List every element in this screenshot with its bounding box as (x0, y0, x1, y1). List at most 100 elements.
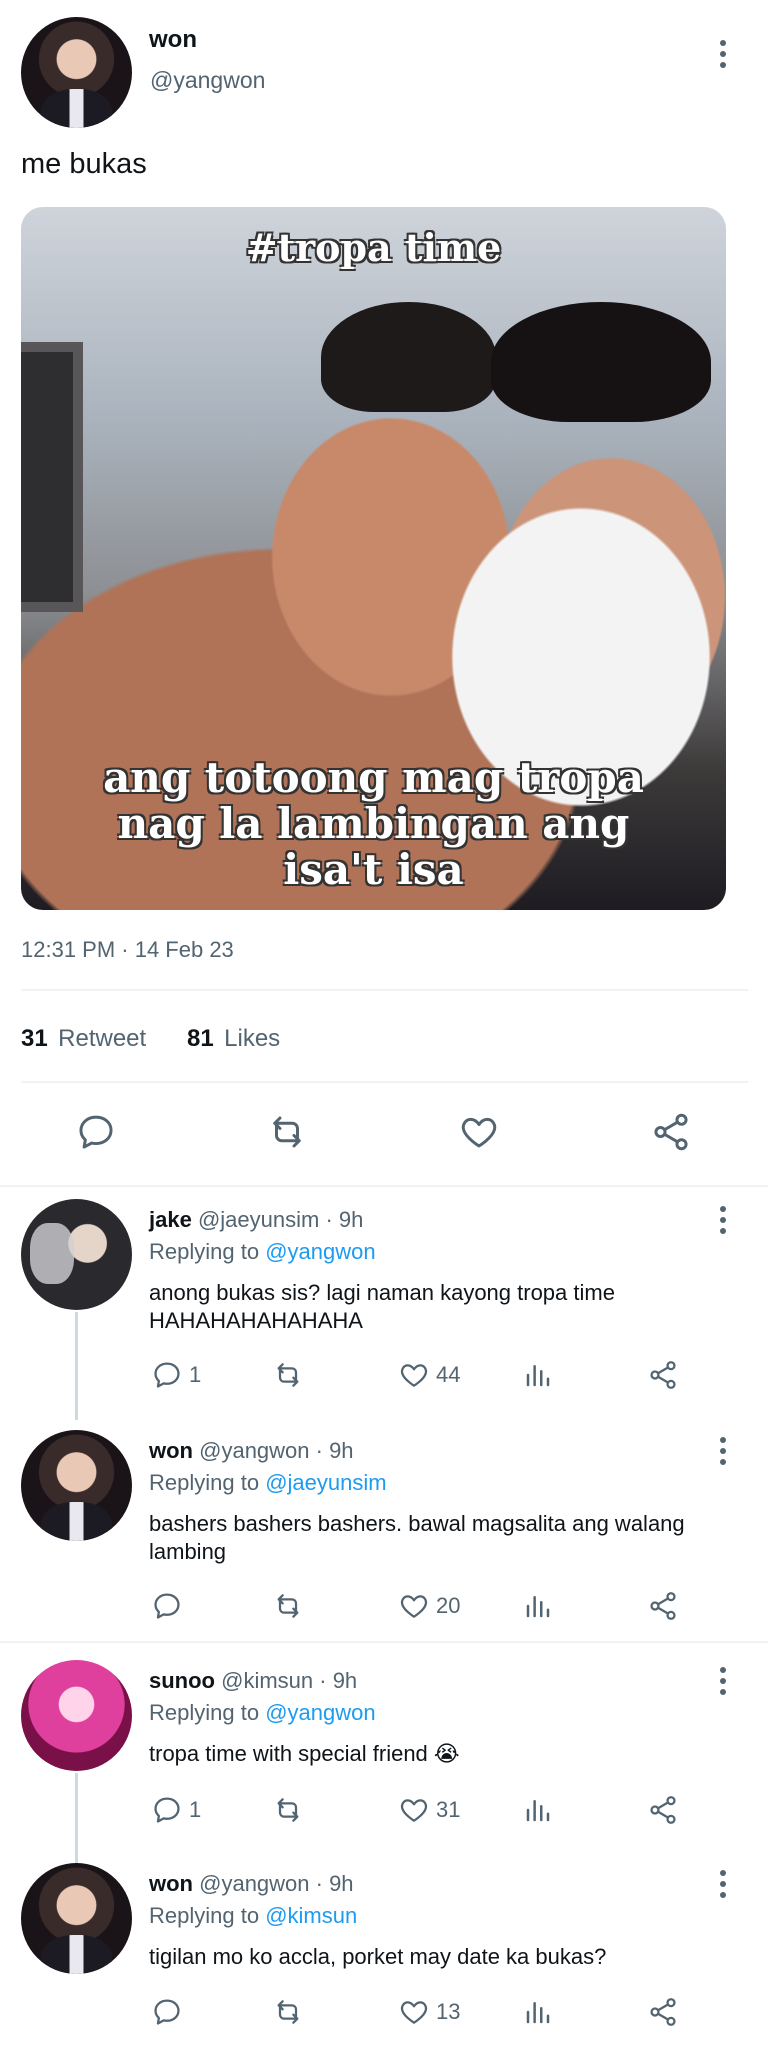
avatar[interactable] (21, 1660, 132, 1771)
like-button[interactable]: 13 (398, 1996, 460, 2028)
like-count: 81 (187, 1025, 214, 1052)
replying-label: Replying to (149, 1903, 260, 1928)
reply-handle-time[interactable]: @yangwon · 9h (199, 1871, 353, 1896)
replying-to: Replying to @yangwon (149, 1699, 376, 1727)
replying-to: Replying to @yangwon (149, 1238, 376, 1266)
retweet-stats[interactable]: 31 Retweet (21, 1025, 146, 1053)
image-hair-right (491, 302, 711, 422)
retweet-label: Retweet (58, 1025, 147, 1052)
analytics-icon (526, 1365, 550, 1387)
share-button[interactable] (647, 1590, 679, 1622)
share-button[interactable] (647, 1996, 679, 2028)
more-icon[interactable] (711, 1200, 735, 1240)
analytics-button[interactable] (523, 1590, 553, 1622)
more-icon[interactable] (711, 34, 735, 74)
like-button[interactable]: 44 (398, 1359, 460, 1391)
more-icon[interactable] (711, 1431, 735, 1471)
retweet-button[interactable] (271, 1359, 305, 1391)
tweet-timestamp[interactable]: 12:31 PM · 14 Feb 23 (21, 937, 234, 963)
reply-icon (154, 1999, 180, 2025)
analytics-button[interactable] (523, 1794, 553, 1826)
retweet-button[interactable] (271, 1996, 305, 2028)
divider (21, 989, 748, 991)
heart-icon (400, 2001, 428, 2024)
like-count: 31 (436, 1797, 461, 1822)
share-button[interactable] (647, 1794, 679, 1826)
reply-icon (79, 1115, 113, 1149)
more-icon[interactable] (711, 1661, 735, 1701)
replying-label: Replying to (149, 1700, 260, 1725)
like-button[interactable] (458, 1111, 500, 1153)
reply-count: 1 (189, 1797, 202, 1822)
share-icon (650, 1361, 676, 1389)
reply-author-name[interactable]: won (149, 1438, 193, 1463)
heart-icon (400, 1364, 428, 1387)
share-icon (650, 1592, 676, 1620)
reply-handle-time[interactable]: @kimsun · 9h (221, 1668, 357, 1693)
retweet-button[interactable] (271, 1590, 305, 1622)
reply-text: bashers bashers bashers. bawal magsalita… (149, 1511, 685, 1564)
avatar[interactable] (21, 1199, 132, 1310)
reply-button[interactable] (151, 1590, 189, 1622)
reply-header: won @yangwon · 9h (149, 1870, 354, 1898)
like-count: 44 (436, 1362, 461, 1387)
like-button[interactable]: 31 (398, 1794, 460, 1826)
retweet-icon (277, 1363, 299, 1387)
avatar[interactable] (21, 1863, 132, 1974)
author-handle[interactable]: @yangwon (150, 67, 265, 94)
analytics-button[interactable] (523, 1996, 553, 2028)
reply-handle-time[interactable]: @yangwon · 9h (199, 1438, 353, 1463)
like-count: 13 (436, 1999, 461, 2024)
reply-handle-time[interactable]: @jaeyunsim · 9h (198, 1207, 363, 1232)
tweet-image[interactable]: #tropa time ang totoong mag tropa nag la… (21, 207, 726, 910)
reply-button[interactable] (151, 1996, 189, 2028)
image-caption-top: #tropa time (245, 225, 502, 270)
retweet-button[interactable] (265, 1111, 309, 1153)
replying-to-link[interactable]: @yangwon (265, 1239, 375, 1264)
heart-icon (400, 1799, 428, 1822)
thread-line (75, 1773, 78, 1865)
reply-author-name[interactable]: jake (149, 1207, 192, 1232)
retweet-button[interactable] (271, 1794, 305, 1826)
like-stats[interactable]: 81 Likes (187, 1025, 280, 1053)
heart-icon (461, 1117, 497, 1148)
analytics-icon (526, 1800, 550, 1822)
analytics-icon (526, 2002, 550, 2024)
reply-icon (154, 1797, 180, 1823)
analytics-button[interactable] (523, 1359, 553, 1391)
divider (21, 1081, 748, 1083)
image-caption-line: ang totoong mag tropa (103, 753, 644, 802)
replying-to: Replying to @kimsun (149, 1902, 357, 1930)
more-icon[interactable] (711, 1864, 735, 1904)
replying-to: Replying to @jaeyunsim (149, 1469, 387, 1497)
like-button[interactable]: 20 (398, 1590, 460, 1622)
heart-icon (400, 1595, 428, 1618)
image-caption-bottom: ang totoong mag tropa nag la lambingan a… (21, 755, 726, 893)
thread-line (75, 1312, 78, 1420)
replying-to-link[interactable]: @kimsun (265, 1903, 357, 1928)
avatar[interactable] (21, 17, 132, 128)
retweet-icon (273, 1116, 301, 1148)
reply-author-name[interactable]: sunoo (149, 1668, 215, 1693)
replying-to-link[interactable]: @jaeyunsim (265, 1470, 386, 1495)
reply-count: 1 (189, 1362, 202, 1387)
reply-button[interactable]: 1 (151, 1794, 201, 1826)
image-caption-line: isa't isa (283, 845, 464, 894)
analytics-icon (526, 1596, 550, 1618)
reply-button[interactable] (75, 1111, 117, 1153)
replying-to-link[interactable]: @yangwon (265, 1700, 375, 1725)
share-icon (654, 1113, 688, 1151)
share-button[interactable] (647, 1359, 679, 1391)
avatar[interactable] (21, 1430, 132, 1541)
author-name[interactable]: won (149, 26, 197, 54)
share-button[interactable] (650, 1111, 692, 1153)
replying-label: Replying to (149, 1470, 260, 1495)
retweet-count: 31 (21, 1025, 48, 1052)
reply-text: anong bukas sis? lagi naman kayong tropa… (149, 1280, 615, 1333)
like-count: 20 (436, 1593, 461, 1618)
reply-header: won @yangwon · 9h (149, 1437, 354, 1465)
image-caption-line: nag la lambingan ang (117, 799, 630, 848)
reply-author-name[interactable]: won (149, 1871, 193, 1896)
reply-button[interactable]: 1 (151, 1359, 201, 1391)
reply-icon (154, 1362, 180, 1388)
